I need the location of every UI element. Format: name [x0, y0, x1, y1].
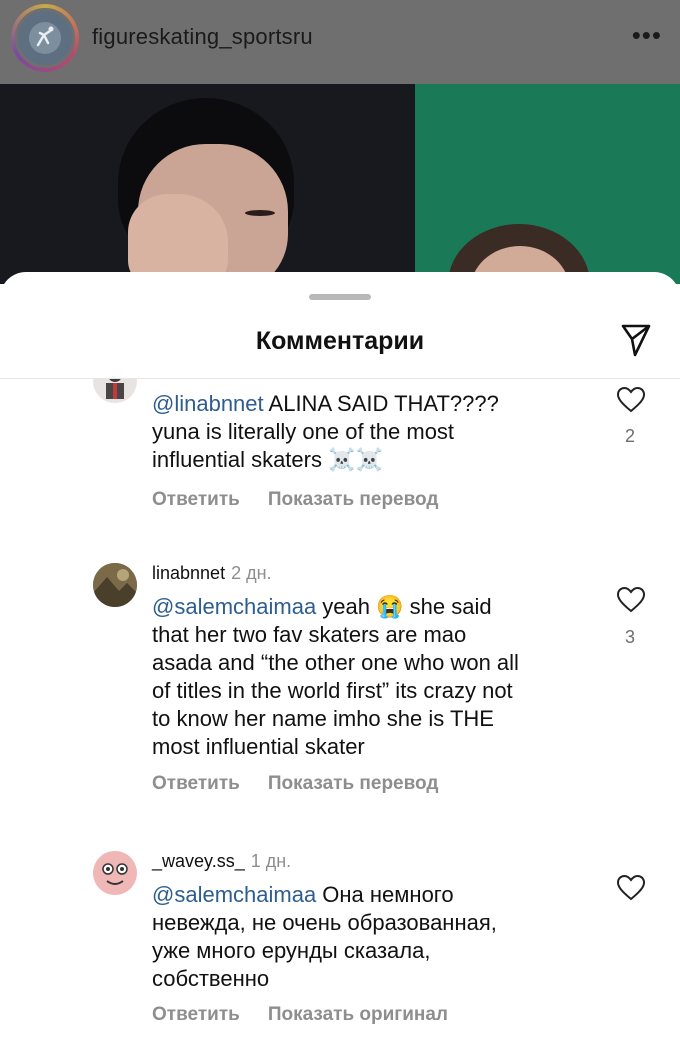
- like-count: 2: [624, 426, 635, 446]
- comment-meta: linabnnet 2 дн.: [152, 563, 272, 584]
- account-avatar[interactable]: [11, 4, 79, 72]
- commenter-avatar[interactable]: [93, 379, 137, 403]
- timestamp: 1 дн.: [250, 851, 292, 871]
- send-icon[interactable]: [620, 322, 652, 363]
- heart-icon[interactable]: [616, 586, 646, 618]
- timestamp: 2 дн.: [231, 563, 272, 583]
- comment-text: @salemchaimaa yeah 😭 she said that her t…: [152, 594, 519, 759]
- like-count: 3: [624, 627, 635, 647]
- username[interactable]: linabnnet: [152, 563, 225, 583]
- heart-icon[interactable]: [616, 874, 646, 906]
- account-name[interactable]: figureskating_sportsru: [92, 24, 313, 50]
- comment-text: @linabnnet ALINA SAID THAT???? yuna is l…: [152, 391, 499, 472]
- photo-left: [0, 84, 415, 284]
- commenter-avatar[interactable]: [93, 563, 137, 607]
- comment-actions: Ответить Показать перевод: [152, 773, 438, 795]
- translate-button[interactable]: Показать перевод: [268, 773, 439, 794]
- comment-text: @salemchaimaa Она немного невежда, не оч…: [152, 882, 497, 991]
- mention-link[interactable]: @salemchaimaa: [152, 594, 316, 619]
- sheet-title: Комментарии: [255, 327, 425, 355]
- heart-icon[interactable]: [616, 386, 646, 418]
- comment-actions: Ответить Показать оригинал: [152, 1004, 448, 1026]
- reply-button[interactable]: Ответить: [152, 489, 240, 510]
- mention-link[interactable]: @linabnnet: [152, 391, 264, 416]
- post-header: figureskating_sportsru •••: [0, 0, 680, 84]
- reply-button[interactable]: Ответить: [152, 773, 240, 794]
- sheet-grabber[interactable]: [309, 294, 371, 300]
- comments-sheet: Комментарии @linabnnet ALINA SAID THAT??…: [0, 272, 680, 1052]
- username[interactable]: _wavey.ss_: [152, 851, 245, 871]
- post-media: [0, 84, 680, 284]
- comment-meta: _wavey.ss_ 1 дн.: [152, 851, 291, 872]
- show-original-button[interactable]: Показать оригинал: [268, 1004, 448, 1025]
- comment-actions: Ответить Показать перевод: [152, 489, 438, 511]
- figure-skater-logo-icon: [15, 8, 75, 68]
- more-horizontal-icon[interactable]: •••: [632, 22, 662, 48]
- translate-button[interactable]: Показать перевод: [268, 489, 439, 510]
- mention-link[interactable]: @salemchaimaa: [152, 882, 316, 907]
- comment-list[interactable]: @linabnnet ALINA SAID THAT???? yuna is l…: [0, 379, 680, 1052]
- reply-button[interactable]: Ответить: [152, 1004, 240, 1025]
- commenter-avatar[interactable]: [93, 851, 137, 895]
